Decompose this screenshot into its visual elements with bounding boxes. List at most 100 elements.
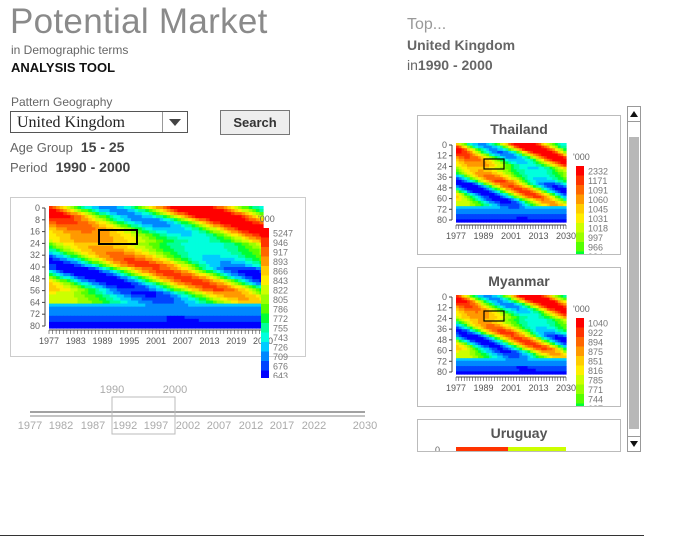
heatmap-cell bbox=[73, 324, 79, 329]
legend-value: 755 bbox=[273, 324, 288, 334]
heatmap-cell bbox=[123, 324, 129, 329]
heatmap-cell bbox=[109, 324, 114, 329]
y-tick-label: 16 bbox=[30, 227, 40, 237]
legend-swatch bbox=[261, 351, 269, 361]
chevron-down-icon[interactable] bbox=[162, 112, 187, 132]
country-panel-myanmar[interactable]: Myanmar 0 12 24 36 48 60 72 80 1977 1989 2001 2013 2… bbox=[417, 267, 621, 407]
period-timeline[interactable]: 1990 2000 1977 1982 1987 1992 1997 2002 2007 2012… bbox=[0, 380, 400, 440]
x-tick-label: 2007 bbox=[173, 336, 193, 346]
heatmap-cell bbox=[127, 324, 132, 329]
legend-value: 934 bbox=[588, 252, 603, 255]
legend-value: 917 bbox=[273, 248, 288, 258]
heatmap-cell bbox=[91, 324, 96, 329]
x-tick-label: 1977 bbox=[446, 231, 466, 241]
y-tick-label: 24 bbox=[437, 161, 447, 171]
heatmap-cell bbox=[159, 324, 164, 329]
heatmap-cell bbox=[245, 324, 250, 329]
heatmap-cell bbox=[248, 324, 253, 329]
legend-value: 1031 bbox=[588, 214, 608, 224]
y-tick-label: 48 bbox=[30, 274, 40, 284]
heatmap-cell bbox=[131, 324, 136, 329]
timeline-year-label: 1997 bbox=[144, 420, 168, 432]
legend-swatch bbox=[261, 256, 269, 266]
legend-value: 966 bbox=[588, 243, 603, 253]
heatmap-cell bbox=[77, 324, 82, 329]
age-group-value: 15 - 25 bbox=[80, 139, 125, 155]
heatmap-cell bbox=[230, 324, 236, 329]
timeline-end-label: 2000 bbox=[163, 384, 187, 396]
heatmap-cell bbox=[66, 324, 71, 329]
y-tick-label: 40 bbox=[30, 262, 40, 272]
period-value: 1990 - 2000 bbox=[55, 159, 131, 175]
timeline-year-label: 1982 bbox=[49, 420, 73, 432]
legend-swatch bbox=[261, 275, 269, 285]
timeline-year-label: 1992 bbox=[113, 420, 137, 432]
timeline-year-label: 2022 bbox=[302, 420, 326, 432]
heatmap-cell bbox=[173, 324, 178, 329]
legend-value: 1060 bbox=[588, 195, 608, 205]
geography-select[interactable]: United Kingdom bbox=[10, 111, 188, 133]
heatmap-cell bbox=[70, 324, 75, 329]
x-tick-label: 2013 bbox=[199, 336, 219, 346]
legend-value: 786 bbox=[273, 305, 288, 315]
main-heatmap bbox=[49, 206, 264, 329]
heatmap-cell bbox=[56, 324, 61, 329]
period-label: Period bbox=[10, 160, 48, 175]
heatmap-cell bbox=[195, 324, 200, 329]
country-panel-thailand[interactable]: Thailand 0 12 24 36 48 60 72 80 1977 1989 2001 2013… bbox=[417, 115, 621, 255]
timeline-year-label: 2007 bbox=[207, 420, 231, 432]
page-title: Potential Market bbox=[10, 2, 268, 41]
legend-value: 1018 bbox=[588, 224, 608, 234]
legend-swatch bbox=[261, 294, 269, 304]
heatmap-cell bbox=[166, 324, 171, 329]
heatmap-cell bbox=[145, 324, 150, 329]
heatmap-cell bbox=[120, 324, 125, 329]
timeline-year-label: 2012 bbox=[239, 420, 263, 432]
heatmap-cell bbox=[134, 324, 139, 329]
top-in-prefix: in bbox=[407, 57, 418, 73]
legend-value: 843 bbox=[273, 276, 288, 286]
timeline-year-label: 2002 bbox=[176, 420, 200, 432]
legend-swatch bbox=[576, 194, 584, 204]
legend-swatch bbox=[576, 232, 584, 242]
y-tick-label: 0 bbox=[442, 140, 447, 150]
legend-value: 2332 bbox=[588, 167, 608, 177]
country-panel-title: Myanmar bbox=[488, 273, 550, 289]
timeline-year-label: 1987 bbox=[81, 420, 105, 432]
search-button[interactable]: Search bbox=[220, 110, 290, 135]
y-tick-label: 0 bbox=[35, 203, 40, 213]
y-tick-label: 72 bbox=[30, 309, 40, 319]
legend-value: 772 bbox=[273, 314, 288, 324]
y-tick-label: 64 bbox=[30, 297, 40, 307]
heatmap-cell bbox=[180, 324, 186, 329]
legend-value: 1171 bbox=[588, 176, 607, 186]
legend-swatch bbox=[576, 204, 584, 214]
y-tick-label: 56 bbox=[30, 286, 40, 296]
top-country: United Kingdom bbox=[407, 37, 516, 53]
legend-swatch bbox=[261, 313, 269, 323]
heatmap-cell bbox=[188, 324, 193, 329]
x-tick-label: 2013 bbox=[528, 231, 548, 241]
page-subtitle: in Demographic terms bbox=[11, 43, 129, 57]
legend-swatch bbox=[576, 213, 584, 223]
timeline-svg[interactable]: 1990 20001977 1982 1987 1992 1997 2002 2007 2012… bbox=[0, 380, 400, 440]
legend-value: 726 bbox=[273, 343, 288, 353]
tool-label: ANALYSIS TOOL bbox=[11, 60, 116, 75]
heatmap-cell bbox=[84, 324, 89, 329]
heatmap-cell bbox=[241, 324, 246, 329]
legend-value: 676 bbox=[273, 362, 288, 372]
legend-swatch bbox=[576, 166, 584, 176]
timeline-year-label: 2030 bbox=[353, 420, 377, 432]
heatmap-cell bbox=[156, 324, 161, 329]
legend-value: 1091 bbox=[588, 186, 608, 196]
legend-swatch bbox=[261, 370, 269, 380]
legend-swatch bbox=[261, 237, 269, 247]
legend-swatch bbox=[261, 228, 269, 238]
heatmap-cell bbox=[191, 324, 196, 329]
y-tick-label: 36 bbox=[437, 172, 447, 182]
heatmap-cell bbox=[216, 324, 221, 329]
legend-swatch bbox=[576, 223, 584, 233]
heatmap-cell bbox=[223, 324, 228, 329]
heatmap-cell bbox=[138, 324, 143, 329]
heatmap-cell bbox=[252, 324, 257, 329]
